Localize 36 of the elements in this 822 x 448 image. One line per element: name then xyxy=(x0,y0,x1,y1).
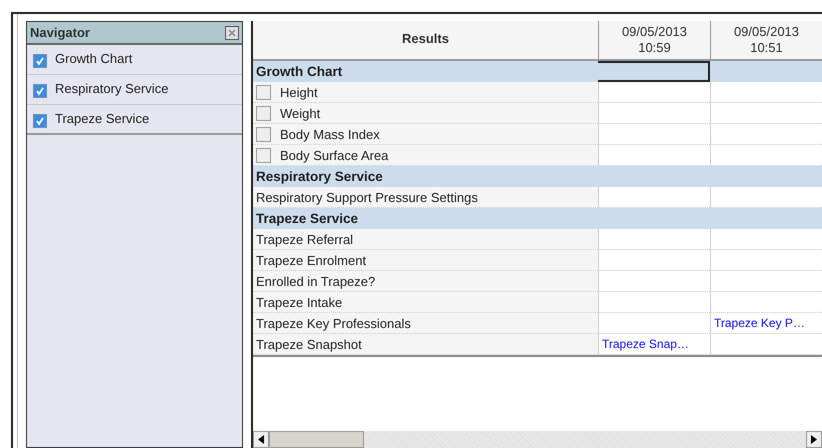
row-label: Body Surface Area xyxy=(280,148,388,162)
row-label: Trapeze Referral xyxy=(256,232,354,246)
row-label: Trapeze Snapshot xyxy=(256,336,362,352)
row-label: Height xyxy=(280,84,318,100)
row-label: Trapeze Enrolment xyxy=(256,252,366,268)
table-cell[interactable]: Trapeze Snap… xyxy=(598,334,710,354)
horizontal-scrollbar[interactable] xyxy=(253,431,822,448)
checkbox[interactable] xyxy=(33,54,47,68)
checkbox[interactable] xyxy=(33,84,47,98)
column-header[interactable]: Results xyxy=(253,21,598,59)
navigator-item[interactable]: Respiratory Service xyxy=(55,81,168,96)
scroll-thumb[interactable] xyxy=(269,431,364,448)
checkbox[interactable] xyxy=(256,84,271,100)
row-label: Enrolled in Trapeze? xyxy=(256,274,376,288)
left-arrow-icon[interactable] xyxy=(258,435,264,444)
group-header: Respiratory Service xyxy=(256,169,383,184)
row-label: Body Mass Index xyxy=(280,126,380,142)
checkbox[interactable] xyxy=(256,126,271,142)
table-cell[interactable]: Trapeze Key P… xyxy=(710,313,822,333)
navigator-item[interactable]: Growth Chart xyxy=(55,51,132,66)
checkbox[interactable] xyxy=(256,148,271,162)
checkbox[interactable] xyxy=(33,114,47,128)
panel-title: Navigator xyxy=(30,25,90,40)
close-icon[interactable] xyxy=(225,26,239,40)
row-label: Trapeze Key Professionals xyxy=(256,316,411,330)
group-header: Trapeze Service xyxy=(256,211,358,226)
row-label: Weight xyxy=(280,106,320,120)
column-header[interactable]: 09/05/2013 10:59 xyxy=(598,21,710,59)
navigator-item[interactable]: Trapeze Service xyxy=(55,111,150,126)
column-header[interactable]: 09/05/2013 10:51 xyxy=(710,21,822,59)
group-header: Growth Chart xyxy=(256,64,342,79)
right-arrow-icon[interactable] xyxy=(811,435,817,444)
checkbox[interactable] xyxy=(256,106,271,120)
row-label: Trapeze Intake xyxy=(256,294,342,310)
table-cell[interactable] xyxy=(598,61,710,82)
row-label: Respiratory Support Pressure Settings xyxy=(256,190,478,204)
